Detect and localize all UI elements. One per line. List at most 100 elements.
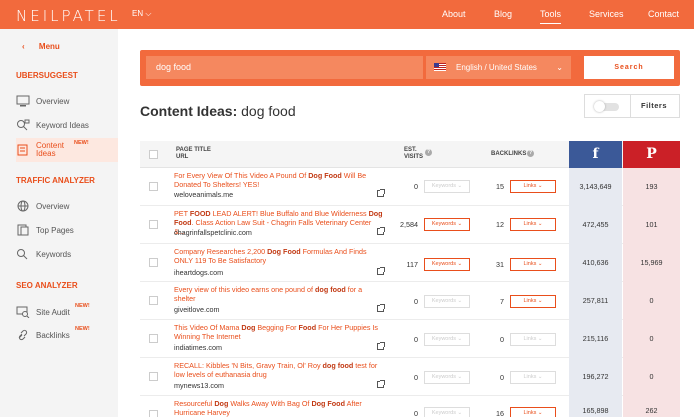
globe-icon bbox=[17, 200, 29, 212]
row-title-link[interactable]: RECALL: Kibbles 'N Bits, Gravy Train, Ol… bbox=[174, 361, 384, 379]
keywords-button[interactable]: Keywords ⌄ bbox=[424, 295, 470, 308]
nav-blog[interactable]: Blog bbox=[494, 9, 512, 19]
nav-about[interactable]: About bbox=[442, 9, 466, 19]
links-button[interactable]: Links ⌄ bbox=[510, 407, 556, 417]
sidebar-item-label: Site Audit bbox=[36, 307, 70, 317]
links-button[interactable]: Links ⌄ bbox=[510, 180, 556, 193]
row-title-link[interactable]: Company Researches 2,200 Dog Food Formul… bbox=[174, 247, 384, 265]
sidebar-item-content-ideas[interactable]: Content Ideas NEW! bbox=[16, 138, 118, 162]
sidebar-item-label: Top Pages bbox=[36, 225, 74, 235]
col-est[interactable]: EST. bbox=[404, 147, 417, 153]
us-flag-icon bbox=[434, 63, 446, 71]
filters-button[interactable]: Filters bbox=[630, 95, 667, 117]
sidebar-item-label: Keyword Ideas bbox=[36, 120, 89, 130]
row-title-link[interactable]: This Video Of Mama Dog Begging For Food … bbox=[174, 323, 384, 341]
sidebar-item-label: Backlinks bbox=[36, 330, 70, 340]
row-checkbox[interactable] bbox=[149, 410, 158, 417]
row-checkbox[interactable] bbox=[149, 220, 158, 229]
links-button[interactable]: Links ⌄ bbox=[510, 218, 556, 231]
row-url: weloveanimals.me bbox=[174, 190, 234, 199]
sidebar-item-keywords[interactable]: Keywords bbox=[16, 244, 118, 264]
row-facebook-shares: 196,272 bbox=[569, 358, 622, 396]
keywords-button[interactable]: Keywords ⌄ bbox=[424, 407, 470, 417]
row-backlinks: 7 bbox=[500, 297, 504, 306]
row-checkbox[interactable] bbox=[149, 372, 158, 381]
col-page-title[interactable]: PAGE TITLE bbox=[176, 147, 211, 153]
row-title-link[interactable]: Every view of this video earns one pound… bbox=[174, 285, 384, 303]
menu-toggle[interactable]: ‹ Menu bbox=[22, 42, 60, 51]
search-input[interactable]: dog food bbox=[146, 56, 423, 79]
row-title-link[interactable]: For Every View Of This Video A Pound Of … bbox=[174, 171, 384, 189]
filters-toggle[interactable] bbox=[594, 101, 619, 112]
keywords-button[interactable]: Keywords ⌄ bbox=[424, 333, 470, 346]
neilpatel-logo[interactable]: NEILPATEL bbox=[16, 7, 121, 25]
links-button[interactable]: Links ⌄ bbox=[510, 295, 556, 308]
keyword-ideas-icon bbox=[17, 119, 30, 131]
sidebar-item-overview[interactable]: Overview bbox=[16, 91, 118, 111]
keywords-button[interactable]: Keywords ⌄ bbox=[424, 180, 470, 193]
filters-control: Filters bbox=[584, 94, 680, 118]
help-icon[interactable]: ? bbox=[425, 149, 432, 156]
row-pinterest-shares: 0 bbox=[623, 282, 680, 320]
select-all-checkbox[interactable] bbox=[149, 150, 158, 159]
sidebar-item-keyword-ideas[interactable]: Keyword Ideas bbox=[16, 115, 118, 135]
table-row: Company Researches 2,200 Dog Food Formul… bbox=[140, 244, 680, 282]
pinterest-icon[interactable]: P bbox=[623, 141, 680, 168]
row-visits: 117 bbox=[406, 260, 418, 269]
row-url: indiatimes.com bbox=[174, 343, 222, 352]
row-visits: 0 bbox=[414, 373, 418, 382]
page-title-prefix: Content Ideas: bbox=[140, 103, 238, 119]
nav-tools[interactable]: Tools bbox=[540, 9, 562, 24]
menu-label: Menu bbox=[38, 42, 60, 51]
table-body: For Every View Of This Video A Pound Of … bbox=[140, 168, 680, 417]
row-checkbox[interactable] bbox=[149, 334, 158, 343]
external-link-icon[interactable] bbox=[377, 267, 385, 275]
col-backlinks[interactable]: BACKLINKS bbox=[491, 151, 526, 157]
row-title-link[interactable]: Resourceful Dog Walks Away With Bag Of D… bbox=[174, 399, 384, 417]
language-selector[interactable]: EN ⌵ bbox=[132, 9, 151, 19]
links-button[interactable]: Links ⌄ bbox=[510, 258, 556, 271]
sidebar-item-top-pages[interactable]: Top Pages bbox=[16, 220, 118, 240]
country-select[interactable]: English / United States ⌄ bbox=[426, 56, 571, 79]
row-visits: 0 bbox=[414, 297, 418, 306]
keywords-button[interactable]: Keywords ⌄ bbox=[424, 218, 470, 231]
row-pinterest-shares: 101 bbox=[623, 206, 680, 244]
external-link-icon[interactable] bbox=[377, 189, 385, 197]
external-link-icon[interactable] bbox=[377, 227, 385, 235]
row-url: mynews13.com bbox=[174, 381, 224, 390]
table-row: PET FOOD LEAD ALERT! Blue Buffalo and Bl… bbox=[140, 206, 680, 244]
row-backlinks: 31 bbox=[496, 260, 504, 269]
keywords-button[interactable]: Keywords ⌄ bbox=[424, 258, 470, 271]
nav-services[interactable]: Services bbox=[589, 9, 624, 19]
row-checkbox[interactable] bbox=[149, 182, 158, 191]
row-backlinks: 0 bbox=[500, 335, 504, 344]
row-visits: 2,584 bbox=[400, 220, 418, 229]
external-link-icon[interactable] bbox=[377, 342, 385, 350]
row-backlinks: 12 bbox=[496, 220, 504, 229]
nav-contact[interactable]: Contact bbox=[648, 9, 679, 19]
facebook-icon[interactable]: f bbox=[569, 141, 622, 168]
col-url: URL bbox=[176, 154, 189, 160]
table-header: PAGE TITLE URL EST. VISITS ? BACKLINKS ?… bbox=[140, 141, 680, 168]
search-button[interactable]: Search bbox=[584, 56, 674, 79]
external-link-icon[interactable] bbox=[377, 380, 385, 388]
keywords-button[interactable]: Keywords ⌄ bbox=[424, 371, 470, 384]
sidebar-item-backlinks[interactable]: Backlinks NEW! bbox=[16, 325, 118, 345]
content-ideas-table: PAGE TITLE URL EST. VISITS ? BACKLINKS ?… bbox=[140, 141, 680, 417]
links-button[interactable]: Links ⌄ bbox=[510, 333, 556, 346]
sidebar-item-site-audit[interactable]: Site Audit NEW! bbox=[16, 302, 118, 322]
link-icon bbox=[18, 329, 28, 341]
table-row: This Video Of Mama Dog Begging For Food … bbox=[140, 320, 680, 358]
row-facebook-shares: 3,143,649 bbox=[569, 168, 622, 206]
keywords-icon bbox=[17, 249, 28, 260]
row-checkbox[interactable] bbox=[149, 296, 158, 305]
help-icon[interactable]: ? bbox=[527, 150, 534, 157]
sidebar-item-label: Overview bbox=[36, 96, 70, 106]
links-button[interactable]: Links ⌄ bbox=[510, 371, 556, 384]
external-link-icon[interactable] bbox=[377, 304, 385, 312]
row-pinterest-shares: 15,969 bbox=[623, 244, 680, 282]
sidebar-item-traffic-overview[interactable]: Overview bbox=[16, 196, 118, 216]
pages-icon bbox=[17, 224, 29, 236]
new-badge: NEW! bbox=[74, 140, 89, 146]
row-checkbox[interactable] bbox=[149, 258, 158, 267]
